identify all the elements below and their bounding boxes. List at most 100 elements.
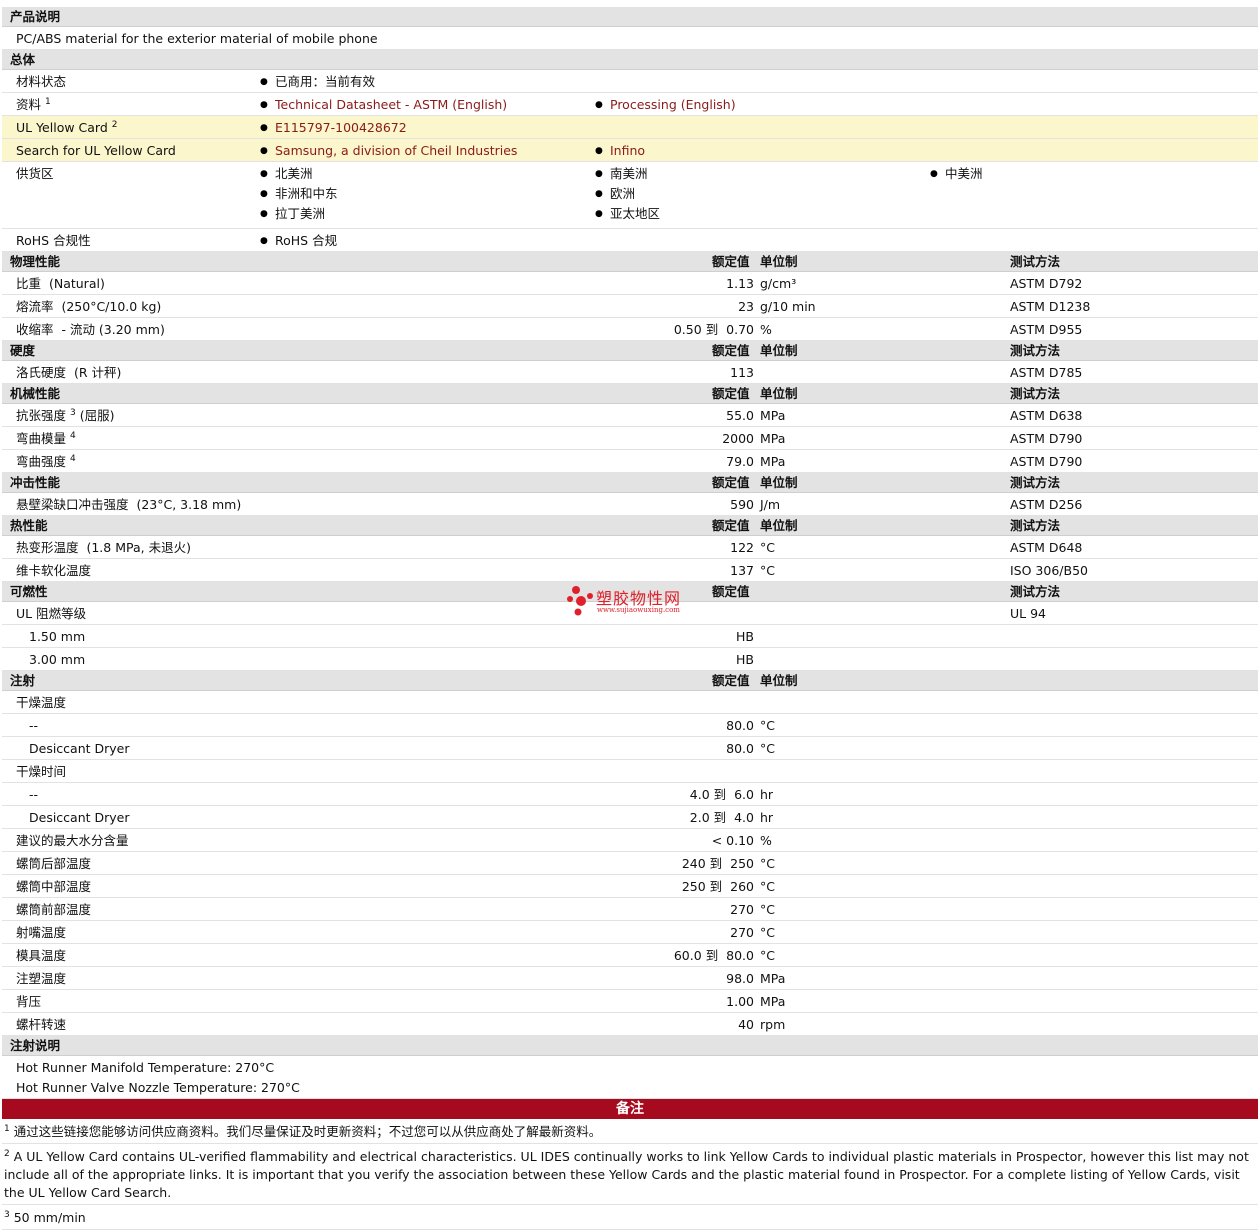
prop-row: 弯曲强度 4 79.0 MPa ASTM D790 <box>2 450 1258 473</box>
prop-name: 悬壁梁缺口冲击强度 (23°C, 3.18 mm) <box>16 497 241 512</box>
col-nominal: 额定值 <box>712 584 750 599</box>
injection-notes: Hot Runner Manifold Temperature: 270°C H… <box>2 1056 1258 1099</box>
prop-unit: rpm <box>760 1017 786 1032</box>
prop-value: 137 <box>730 563 754 578</box>
section-title: 机械性能 <box>10 386 61 401</box>
note-line: Hot Runner Valve Nozzle Temperature: 270… <box>16 1080 300 1095</box>
range-to: 到 <box>705 322 719 337</box>
prop-value-range: 4.0 到 6.0 <box>690 787 754 802</box>
footnote-number: 3 <box>4 1209 10 1220</box>
processing-link[interactable]: Processing (English) <box>595 97 736 113</box>
range-max: 80.0 <box>726 948 754 963</box>
prop-value: < 0.10 <box>711 833 754 848</box>
prop-label: 比重 <box>16 276 42 291</box>
prop-row: 螺筒中部温度 250 到 260 °C <box>2 875 1258 898</box>
section-header-general: 总体 <box>2 50 1258 70</box>
prop-unit: g/10 min <box>760 299 816 314</box>
col-nominal: 额定值 <box>712 518 750 533</box>
supplier-link[interactable]: Samsung, a division of Cheil Industries <box>260 143 517 159</box>
sub-label: Desiccant Dryer <box>29 741 130 756</box>
prop-name: 干燥时间 <box>16 764 67 779</box>
section-header-description: 产品说明 <box>2 7 1258 27</box>
section-title: 热性能 <box>10 518 48 533</box>
range-min: 4.0 <box>689 787 710 802</box>
sub-label: Desiccant Dryer <box>29 810 130 825</box>
range-min: 60.0 <box>673 948 702 963</box>
prop-condition: (250°C/10.0 kg) <box>61 299 162 314</box>
prop-method: ASTM D792 <box>1010 276 1083 291</box>
prop-name: 螺筒后部温度 <box>16 856 92 871</box>
ul-card-link[interactable]: E115797-100428672 <box>260 120 407 136</box>
datasheet-link[interactable]: Technical Datasheet - ASTM (English) <box>260 97 507 113</box>
prop-unit: °C <box>760 879 775 894</box>
prop-unit: °C <box>760 718 775 733</box>
region-item: 北美洲 <box>260 166 312 182</box>
prop-row: 建议的最大水分含量 < 0.10% <box>2 829 1258 852</box>
prop-unit: % <box>760 322 772 337</box>
prop-label: 抗张强度 <box>16 408 67 423</box>
prop-name: 建议的最大水分含量 <box>16 833 129 848</box>
prop-condition: (23°C, 3.18 mm) <box>136 497 242 512</box>
row-label: Search for UL Yellow Card <box>16 143 176 158</box>
prop-condition: (屈服) <box>79 408 115 423</box>
prop-name: 熔流率 (250°C/10.0 kg) <box>16 299 161 314</box>
prop-row: 洛氏硬度 (R 计秤) 113 ASTM D785 <box>2 361 1258 384</box>
col-unit: 单位制 <box>760 518 798 533</box>
prop-method: ASTM D785 <box>1010 365 1083 380</box>
range-min: 0.50 <box>673 322 702 337</box>
prop-row: 比重 (Natural) 1.13 g/cm³ ASTM D792 <box>2 272 1258 295</box>
prop-row: 收缩率 - 流动 (3.20 mm) 0.50 到 0.70 % ASTM D9… <box>2 318 1258 341</box>
prop-name: 注塑温度 <box>16 971 67 986</box>
col-method: 测试方法 <box>1010 518 1061 533</box>
prop-name: 背压 <box>16 994 42 1009</box>
section-header-thermal: 热性能 额定值 单位制 测试方法 <box>2 516 1258 536</box>
prop-row: 干燥时间 <box>2 760 1258 783</box>
prop-method: ASTM D790 <box>1010 431 1083 446</box>
rohs-value: RoHS 合规 <box>260 233 337 249</box>
watermark-logo: 塑胶物性网 www.sujiaowuxing.com <box>566 584 706 620</box>
sub-label: -- <box>29 718 39 733</box>
col-unit: 单位制 <box>760 343 798 358</box>
col-method: 测试方法 <box>1010 584 1061 599</box>
col-nominal: 额定值 <box>712 475 750 490</box>
range-to: 到 <box>709 879 723 894</box>
prop-value: 122 <box>730 540 754 555</box>
section-header-injection-notes: 注射说明 <box>2 1036 1258 1056</box>
prop-value: 270 <box>730 902 754 917</box>
row-supply-region: 供货区 北美洲 南美洲 中美洲 非洲和中东 欧洲 拉丁美洲 亚太地区 <box>2 162 1258 229</box>
col-nominal: 额定值 <box>712 386 750 401</box>
prop-unit: % <box>760 833 772 848</box>
row-label: RoHS 合规性 <box>16 233 91 248</box>
brand-link[interactable]: Infino <box>595 143 645 159</box>
row-ul-yellow-card: UL Yellow Card 2 E115797-100428672 <box>2 116 1258 139</box>
prop-name: 抗张强度 3 (屈服) <box>16 408 114 423</box>
section-header-hardness: 硬度 额定值 单位制 测试方法 <box>2 341 1258 361</box>
footnote-ref: 1 <box>45 96 51 107</box>
prop-row: 射嘴温度 270 °C <box>2 921 1258 944</box>
prop-value-range: 0.50 到 0.70 <box>674 322 754 337</box>
prop-unit: °C <box>760 540 775 555</box>
injection-rows: 建议的最大水分含量 < 0.10% 螺筒后部温度 240 到 250 °C 螺筒中部温度 2… <box>2 829 1258 1036</box>
footnote-2: 2 A UL Yellow Card contains UL-verified … <box>2 1144 1258 1205</box>
description-row: PC/ABS material for the exterior materia… <box>2 27 1258 50</box>
range-max: 0.70 <box>726 322 754 337</box>
prop-unit: °C <box>760 856 775 871</box>
range-to: 到 <box>713 787 727 802</box>
prop-label: 熔流率 <box>16 299 54 314</box>
prop-row: 螺筒前部温度 270 °C <box>2 898 1258 921</box>
watermark-url: www.sujiaowuxing.com <box>597 606 680 614</box>
prop-value: 80.0 <box>726 718 754 733</box>
region-item: 中美洲 <box>930 166 982 182</box>
col-nominal: 额定值 <box>712 673 750 688</box>
prop-row: 热变形温度 (1.8 MPa, 未退火) 122 °C ASTM D648 <box>2 536 1258 559</box>
section-header-injection: 注射 额定值 单位制 <box>2 671 1258 691</box>
range-max: 260 <box>730 879 754 894</box>
footnote-ref: 3 <box>70 407 76 418</box>
prop-value: 1.00 <box>726 994 754 1009</box>
prop-unit: MPa <box>760 454 786 469</box>
prop-value: 113 <box>730 365 754 380</box>
section-title: 注射 <box>10 673 36 688</box>
status-value: 已商用：当前有效 <box>260 74 375 90</box>
prop-value-range: 60.0 到 80.0 <box>674 948 754 963</box>
range-min: 240 <box>681 856 706 871</box>
